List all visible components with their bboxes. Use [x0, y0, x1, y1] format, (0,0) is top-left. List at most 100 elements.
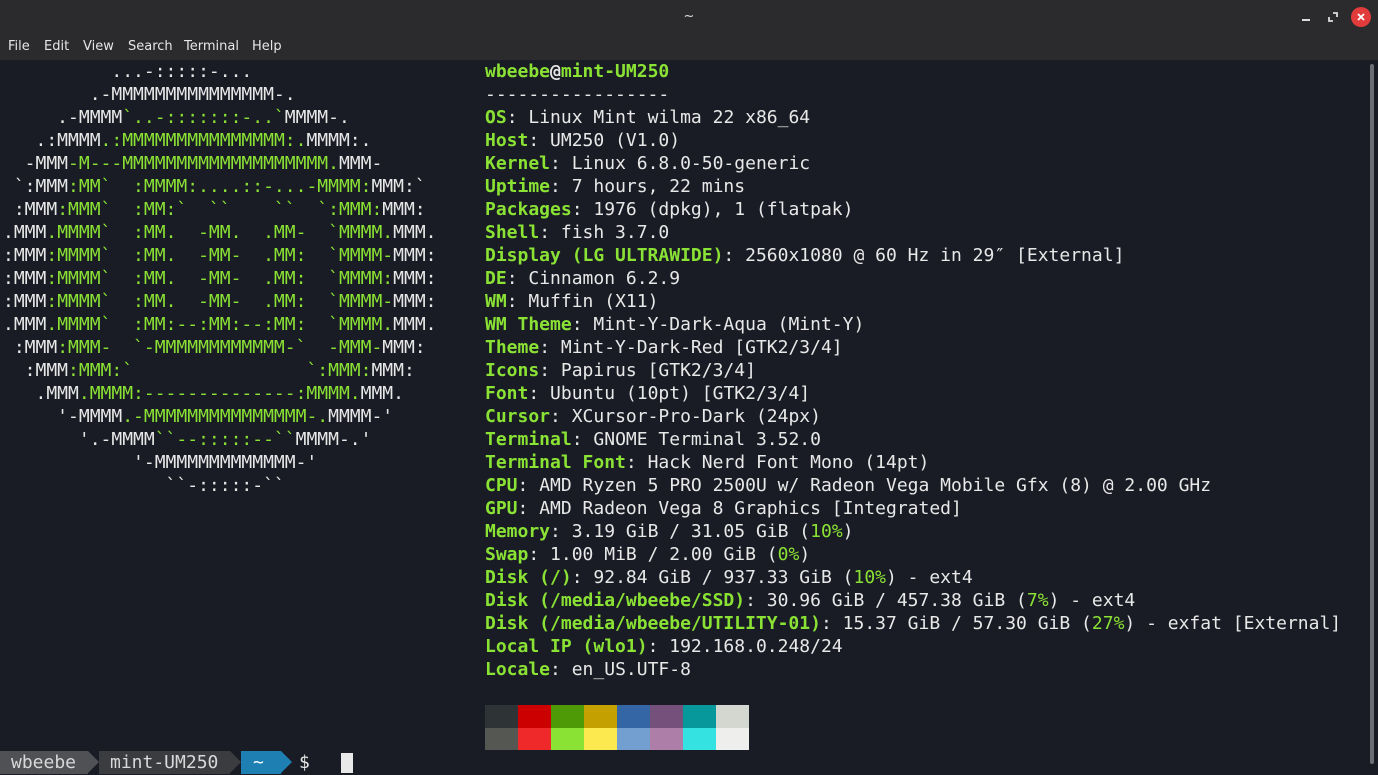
- logo-segment: :MMM: [3, 199, 58, 220]
- minimize-button[interactable]: [1296, 7, 1316, 27]
- logo-segment: '-MMMMMMMMMMMMM-': [3, 452, 318, 473]
- menu-edit[interactable]: Edit: [44, 39, 69, 54]
- prompt-user: wbeebe: [0, 751, 88, 774]
- info-label: Theme: [485, 337, 540, 358]
- info-line: Display (LG ULTRAWIDE): 2560x1080 @ 60 H…: [485, 244, 1124, 267]
- info-percent: 10%: [853, 567, 886, 588]
- info-line: Icons: Papirus [GTK2/3/4]: [485, 359, 756, 382]
- info-colon: :: [745, 590, 767, 611]
- logo-segment: `:MMM: [3, 176, 69, 197]
- info-value: Mint-Y-Dark-Aqua (Mint-Y): [593, 314, 865, 335]
- menu-terminal[interactable]: Terminal: [184, 39, 239, 54]
- palette-swatch: [518, 727, 551, 750]
- logo-segment: :MMM: [3, 245, 47, 266]
- info-line: Locale: en_US.UTF-8: [485, 658, 691, 681]
- info-label: Host: [485, 130, 529, 151]
- logo-line: '-MMMM.-MMMMMMMMMMMMMMM-.MMMM-': [3, 405, 393, 428]
- info-value: 3.19 GiB / 31.05 GiB (: [571, 521, 811, 542]
- info-label: DE: [485, 268, 507, 289]
- info-value: 7 hours, 22 mins: [571, 176, 746, 197]
- logo-segment: .MMMM:--------------:MMMM.: [78, 383, 361, 404]
- logo-segment: :MMM:` `:MMM:: [68, 360, 372, 381]
- logo-segment: MMMM-.': [295, 429, 372, 450]
- info-label: Uptime: [485, 176, 551, 197]
- logo-segment: .MMM: [3, 314, 47, 335]
- info-value: 1.00 MiB / 2.00 GiB (: [550, 544, 778, 565]
- info-value: XCursor-Pro-Dark (24px): [571, 406, 821, 427]
- palette-swatch: [551, 727, 584, 750]
- menu-help[interactable]: Help: [252, 39, 282, 54]
- info-colon: :: [723, 245, 746, 266]
- info-value: AMD Ryzen 5 PRO 2500U w/ Radeon Vega Mob…: [539, 475, 1212, 496]
- info-value: Hack Nerd Font Mono (14pt): [647, 452, 930, 473]
- logo-segment: MMMM-.: [284, 107, 350, 128]
- terminal-scrollbar[interactable]: [1366, 60, 1378, 775]
- logo-segment: :MM` :MMMM:....::-...-MMMM:: [68, 176, 372, 197]
- window-titlebar[interactable]: ~: [0, 0, 1378, 34]
- palette-swatch: [716, 727, 749, 750]
- logo-line: .MMM.MMMM` :MM. -MM. .MM- `MMMM.MMM.: [3, 221, 437, 244]
- palette-swatch: [584, 705, 617, 728]
- scrollbar-thumb[interactable]: [1370, 64, 1374, 764]
- logo-segment: .MMMM` :MM. -MM. .MM- `MMMM.: [46, 222, 394, 243]
- info-label: Terminal: [485, 429, 572, 450]
- info-percent: 10%: [810, 521, 843, 542]
- info-label: Icons: [485, 360, 540, 381]
- info-value: Linux 6.8.0-50-generic: [571, 153, 811, 174]
- logo-segment: MMM-: [338, 153, 383, 174]
- info-colon: :: [571, 314, 594, 335]
- info-colon: :: [528, 383, 551, 404]
- logo-segment: MMM:`: [371, 176, 426, 197]
- info-label: Packages: [485, 199, 572, 220]
- logo-line: '.-MMMM``--:::::--``MMMM-.': [3, 428, 372, 451]
- info-colon: :: [571, 199, 594, 220]
- info-colon: :: [506, 268, 529, 289]
- logo-segment: MMM:: [393, 245, 437, 266]
- logo-segment: .:MMMMMMMMMMMMMMM:.: [100, 130, 307, 151]
- palette-swatch: [617, 705, 650, 728]
- prompt-dir: ~: [241, 751, 281, 774]
- info-label: OS: [485, 107, 507, 128]
- logo-segment: .-MMMM: [3, 107, 123, 128]
- logo-segment: -M---MMMMMMMMMMMMMMMMMMM.: [68, 153, 339, 174]
- info-colon: :: [506, 291, 529, 312]
- palette-swatch: [650, 727, 683, 750]
- menu-bar: File Edit View Search Terminal Help: [0, 34, 1378, 60]
- logo-line: -MMM-M---MMMMMMMMMMMMMMMMMMM.MMM-: [3, 152, 383, 175]
- palette-swatch: [650, 705, 683, 728]
- maximize-button[interactable]: [1323, 7, 1343, 27]
- palette-swatch: [485, 705, 518, 728]
- info-label: Cursor: [485, 406, 551, 427]
- palette-swatch: [485, 727, 518, 750]
- info-value: Linux Mint wilma 22 x86_64: [528, 107, 811, 128]
- logo-segment: :MMM: [3, 360, 69, 381]
- logo-segment: MMM:: [382, 199, 426, 220]
- info-value: Papirus [GTK2/3/4]: [560, 360, 756, 381]
- info-colon: :: [571, 567, 594, 588]
- logo-line: '-MMMMMMMMMMMMM-': [3, 451, 317, 474]
- info-line: Terminal: GNOME Terminal 3.52.0: [485, 428, 821, 451]
- logo-line: .-MMMM`..-:::::::-..`MMMM-.: [3, 106, 350, 129]
- logo-line: .MMM.MMMM` :MM:--:MM:--:MM: `MMMM.MMM.: [3, 313, 437, 336]
- info-line: WM Theme: Mint-Y-Dark-Aqua (Mint-Y): [485, 313, 864, 336]
- prompt-separator-2: [230, 751, 241, 773]
- menu-search[interactable]: Search: [128, 39, 173, 54]
- separator-line: -----------------: [485, 84, 670, 105]
- info-percent: 27%: [1091, 613, 1125, 634]
- logo-segment: :MMMM` :MM. -MM- .MM: `MMMM-: [46, 245, 394, 266]
- logo-segment: ``-:::::-``: [3, 475, 285, 496]
- menu-view[interactable]: View: [83, 39, 114, 54]
- logo-segment: .MMMM` :MM:--:MM:--:MM: `MMMM.: [46, 314, 394, 335]
- info-label: Kernel: [485, 153, 551, 174]
- menu-file[interactable]: File: [8, 39, 30, 54]
- info-line: Font: Ubuntu (10pt) [GTK2/3/4]: [485, 382, 810, 405]
- info-label: Shell: [485, 222, 540, 243]
- close-button[interactable]: [1351, 7, 1371, 27]
- info-tail: ) - ext4: [886, 567, 973, 588]
- info-colon: :: [517, 498, 540, 519]
- info-line: Kernel: Linux 6.8.0-50-generic: [485, 152, 810, 175]
- host-name: mint-UM250: [560, 61, 670, 82]
- info-line: Swap: 1.00 MiB / 2.00 GiB (0%): [485, 543, 810, 566]
- palette-swatch: [716, 705, 749, 728]
- info-line: Disk (/): 92.84 GiB / 937.33 GiB (10%) -…: [485, 566, 973, 589]
